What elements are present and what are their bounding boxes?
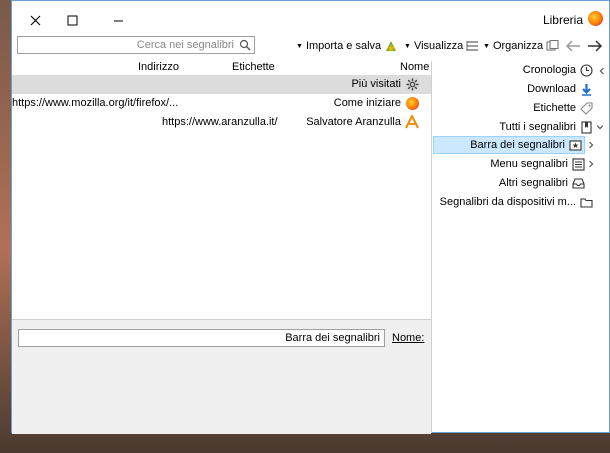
bookmarks-list-pane: Indirizzo Etichette Nome Più visitati ht… (12, 61, 432, 434)
organize-icon (546, 40, 559, 51)
minimize-button[interactable] (95, 1, 141, 39)
tree-item-label: Menu segnalibri (490, 158, 568, 170)
tree-item-label: Etichette (533, 102, 576, 114)
tree-item-bookmarks-menu[interactable]: Menu segnalibri (490, 155, 585, 173)
tree-item-label: Download (527, 83, 576, 95)
dropdown-arrow-icon: ▼ (296, 42, 303, 50)
organize-button[interactable]: ▼ Organizza (483, 38, 559, 54)
search-icon (239, 39, 251, 51)
tree-item-label: Segnalibri da dispositivi m... (439, 196, 576, 208)
import-star-icon (386, 41, 397, 52)
library-tree: Cronologia Download Etichette Tutti i se… (432, 61, 609, 433)
list-item[interactable]: https://www.mozilla.org/it/firefox/... C… (12, 94, 431, 113)
menu-icon (572, 157, 585, 171)
list-item[interactable]: Più visitati (12, 75, 431, 94)
title-bar: Libreria (12, 1, 609, 39)
chevron-down-icon[interactable] (596, 123, 604, 131)
item-address: https://www.aranzulla.it/ (162, 116, 278, 128)
tree-item-downloads[interactable]: Download (527, 80, 593, 98)
tree-item-mobile-bookmarks[interactable]: Segnalibri da dispositivi m... (440, 193, 593, 211)
firefox-logo-icon (588, 11, 603, 26)
item-address: https://www.mozilla.org/it/firefox/... (12, 97, 179, 109)
firefox-icon (406, 97, 419, 110)
dropdown-arrow-icon: ▼ (404, 42, 411, 50)
download-icon (582, 83, 591, 96)
search-input[interactable] (22, 38, 234, 52)
aranzulla-icon (405, 115, 419, 129)
name-label: Nome: (392, 332, 425, 344)
maximize-button[interactable] (49, 1, 95, 39)
tree-item-tags[interactable]: Etichette (533, 99, 593, 117)
tree-item-label: Cronologia (522, 64, 576, 76)
window-title: Libreria (542, 13, 583, 27)
clock-icon (580, 63, 593, 77)
tree-item-bookmarks-toolbar[interactable]: Barra dei segnalibri (433, 136, 585, 154)
organize-label: Organizza (492, 40, 544, 52)
tree-item-all-bookmarks[interactable]: Tutti i segnalibri (499, 118, 593, 136)
column-header-tags[interactable]: Etichette (232, 61, 275, 73)
list-header: Indirizzo Etichette Nome (12, 61, 431, 76)
name-field[interactable] (18, 329, 385, 347)
import-save-button[interactable]: ▼ Importa e salva (296, 38, 398, 54)
tree-item-label: Altri segnalibri (498, 177, 568, 189)
forward-arrow-icon (588, 40, 603, 52)
dropdown-arrow-icon: ▼ (483, 42, 490, 50)
close-icon (30, 15, 40, 25)
view-button[interactable]: ▼ Visualizza (404, 38, 479, 54)
tree-item-history[interactable]: Cronologia (523, 61, 593, 79)
minimize-icon (113, 20, 123, 21)
details-panel: Nome: (12, 319, 431, 434)
bookmarks-toolbar-icon (569, 139, 582, 151)
gear-icon (406, 78, 419, 91)
toolbar: ▼ Importa e salva ▼ Visualizza ▼ Organiz… (12, 35, 609, 59)
list-view-icon (466, 41, 479, 51)
chevron-right-icon[interactable] (587, 160, 595, 168)
item-name: Come iniziare (333, 97, 401, 109)
chevron-right-icon[interactable] (587, 141, 595, 149)
list-item[interactable]: https://www.aranzulla.it/ Salvatore Aran… (12, 113, 431, 132)
chevron-left-icon[interactable] (598, 67, 606, 75)
forward-button[interactable] (587, 38, 603, 54)
library-window: Libreria ▼ Importa e salva ▼ Visualizza … (11, 0, 610, 434)
tag-icon (580, 101, 593, 115)
search-box[interactable] (17, 36, 255, 54)
view-label: Visualizza (413, 40, 464, 52)
import-save-label: Importa e salva (305, 40, 382, 52)
tree-item-label: Barra dei segnalibri (470, 139, 565, 151)
name-input[interactable] (19, 330, 384, 346)
back-arrow-icon (565, 40, 580, 52)
bookmarks-icon (581, 120, 592, 134)
back-button[interactable] (565, 38, 581, 54)
column-header-name[interactable]: Nome (400, 61, 429, 73)
item-name: Salvatore Aranzulla (306, 116, 401, 128)
inbox-icon (572, 177, 585, 189)
column-header-address[interactable]: Indirizzo (138, 61, 179, 73)
tree-item-label: Tutti i segnalibri (499, 121, 576, 133)
item-name: Più visitati (351, 78, 401, 90)
tree-item-other-bookmarks[interactable]: Altri segnalibri (499, 174, 585, 192)
folder-icon (580, 197, 593, 208)
maximize-icon (67, 15, 77, 25)
